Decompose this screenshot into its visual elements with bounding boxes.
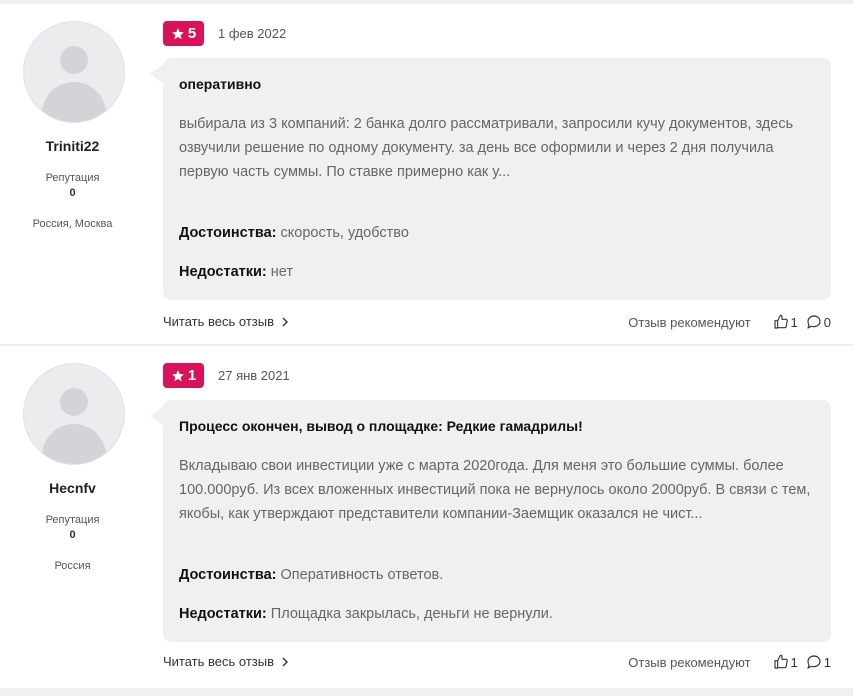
cons-label: Недостатки: xyxy=(179,264,267,280)
like-count: 1 xyxy=(790,654,798,670)
comment-button[interactable]: 1 xyxy=(806,654,831,670)
review-bubble: Процесс окончен, вывод о площадке: Редки… xyxy=(163,400,831,642)
pros-label: Достоинства: xyxy=(179,225,277,241)
read-more-label: Читать весь отзыв xyxy=(163,654,275,669)
recommend-label: Отзыв рекомендуют xyxy=(628,654,751,670)
review-actions: Отзыв рекомендуют 1 1 xyxy=(628,654,831,670)
chevron-right-icon xyxy=(282,657,289,666)
cons-value: нет xyxy=(270,264,294,280)
comment-button[interactable]: 0 xyxy=(806,314,831,330)
like-button[interactable]: 1 xyxy=(773,654,798,670)
pros-value: Оперативность ответов. xyxy=(280,567,444,583)
avatar-body-shape xyxy=(42,82,106,122)
review-title[interactable]: оперативно xyxy=(179,76,261,92)
read-more-label: Читать весь отзыв xyxy=(163,314,275,329)
cons-label: Недостатки: xyxy=(179,606,267,622)
star-icon xyxy=(171,27,184,39)
review-title[interactable]: Процесс окончен, вывод о площадке: Редки… xyxy=(179,418,583,434)
review-date: 1 фев 2022 xyxy=(218,26,287,41)
pros-label: Достоинства: xyxy=(179,567,277,583)
pros-value: скорость, удобство xyxy=(280,225,409,241)
comment-icon xyxy=(807,315,821,329)
recommend-label: Отзыв рекомендуют xyxy=(628,314,751,330)
comment-count: 1 xyxy=(823,654,831,670)
thumbs-up-icon xyxy=(773,654,788,669)
author-name[interactable]: Hecnfv xyxy=(0,480,145,496)
review-card: Triniti22 Репутация 0 Россия, Москва 5 1… xyxy=(0,4,853,344)
reputation-label: Репутация xyxy=(45,514,100,526)
review-pros: Достоинства: Оперативность ответов. xyxy=(179,567,443,583)
reputation-value: 0 xyxy=(69,529,76,541)
cons-value: Площадка закрылась, деньги не вернули. xyxy=(270,606,553,622)
avatar-head-shape xyxy=(60,388,88,416)
author-name[interactable]: Triniti22 xyxy=(0,138,145,154)
review-card: Hecnfv Репутация 0 Россия 1 27 янв 2021 … xyxy=(0,346,853,688)
like-count: 1 xyxy=(790,314,798,330)
avatar[interactable] xyxy=(23,21,125,123)
rating-value: 1 xyxy=(187,367,197,384)
reputation-label: Репутация xyxy=(45,172,100,184)
read-full-review-link[interactable]: Читать весь отзыв xyxy=(163,314,290,329)
review-date: 27 янв 2021 xyxy=(218,368,290,383)
review-text: выбирала из 3 компаний: 2 банка долго ра… xyxy=(179,116,794,180)
author-location: Россия, Москва xyxy=(32,218,113,230)
thumbs-up-icon xyxy=(773,314,788,329)
review-pros: Достоинства: скорость, удобство xyxy=(179,225,409,241)
reputation-value: 0 xyxy=(69,187,76,199)
comment-icon xyxy=(807,655,821,669)
chevron-right-icon xyxy=(282,317,289,326)
rating-badge: 1 xyxy=(163,363,204,388)
bubble-tail xyxy=(150,64,164,84)
author-location: Россия xyxy=(54,560,91,572)
rating-value: 5 xyxy=(187,25,197,42)
review-text: Вкладываю свои инвестиции уже с марта 20… xyxy=(179,458,811,522)
like-button[interactable]: 1 xyxy=(773,314,798,330)
rating-badge: 5 xyxy=(163,21,204,46)
avatar[interactable] xyxy=(23,363,125,465)
review-actions: Отзыв рекомендуют 1 0 xyxy=(628,314,831,330)
review-bubble: оперативно выбирала из 3 компаний: 2 бан… xyxy=(163,58,831,300)
reviews-feed: Triniti22 Репутация 0 Россия, Москва 5 1… xyxy=(0,0,853,696)
star-icon xyxy=(171,369,184,381)
avatar-body-shape xyxy=(42,424,106,464)
read-full-review-link[interactable]: Читать весь отзыв xyxy=(163,654,290,669)
review-cons: Недостатки: нет xyxy=(179,264,293,280)
review-cons: Недостатки: Площадка закрылась, деньги н… xyxy=(179,606,553,622)
avatar-head-shape xyxy=(60,46,88,74)
comment-count: 0 xyxy=(823,314,831,330)
bubble-tail xyxy=(150,406,164,426)
